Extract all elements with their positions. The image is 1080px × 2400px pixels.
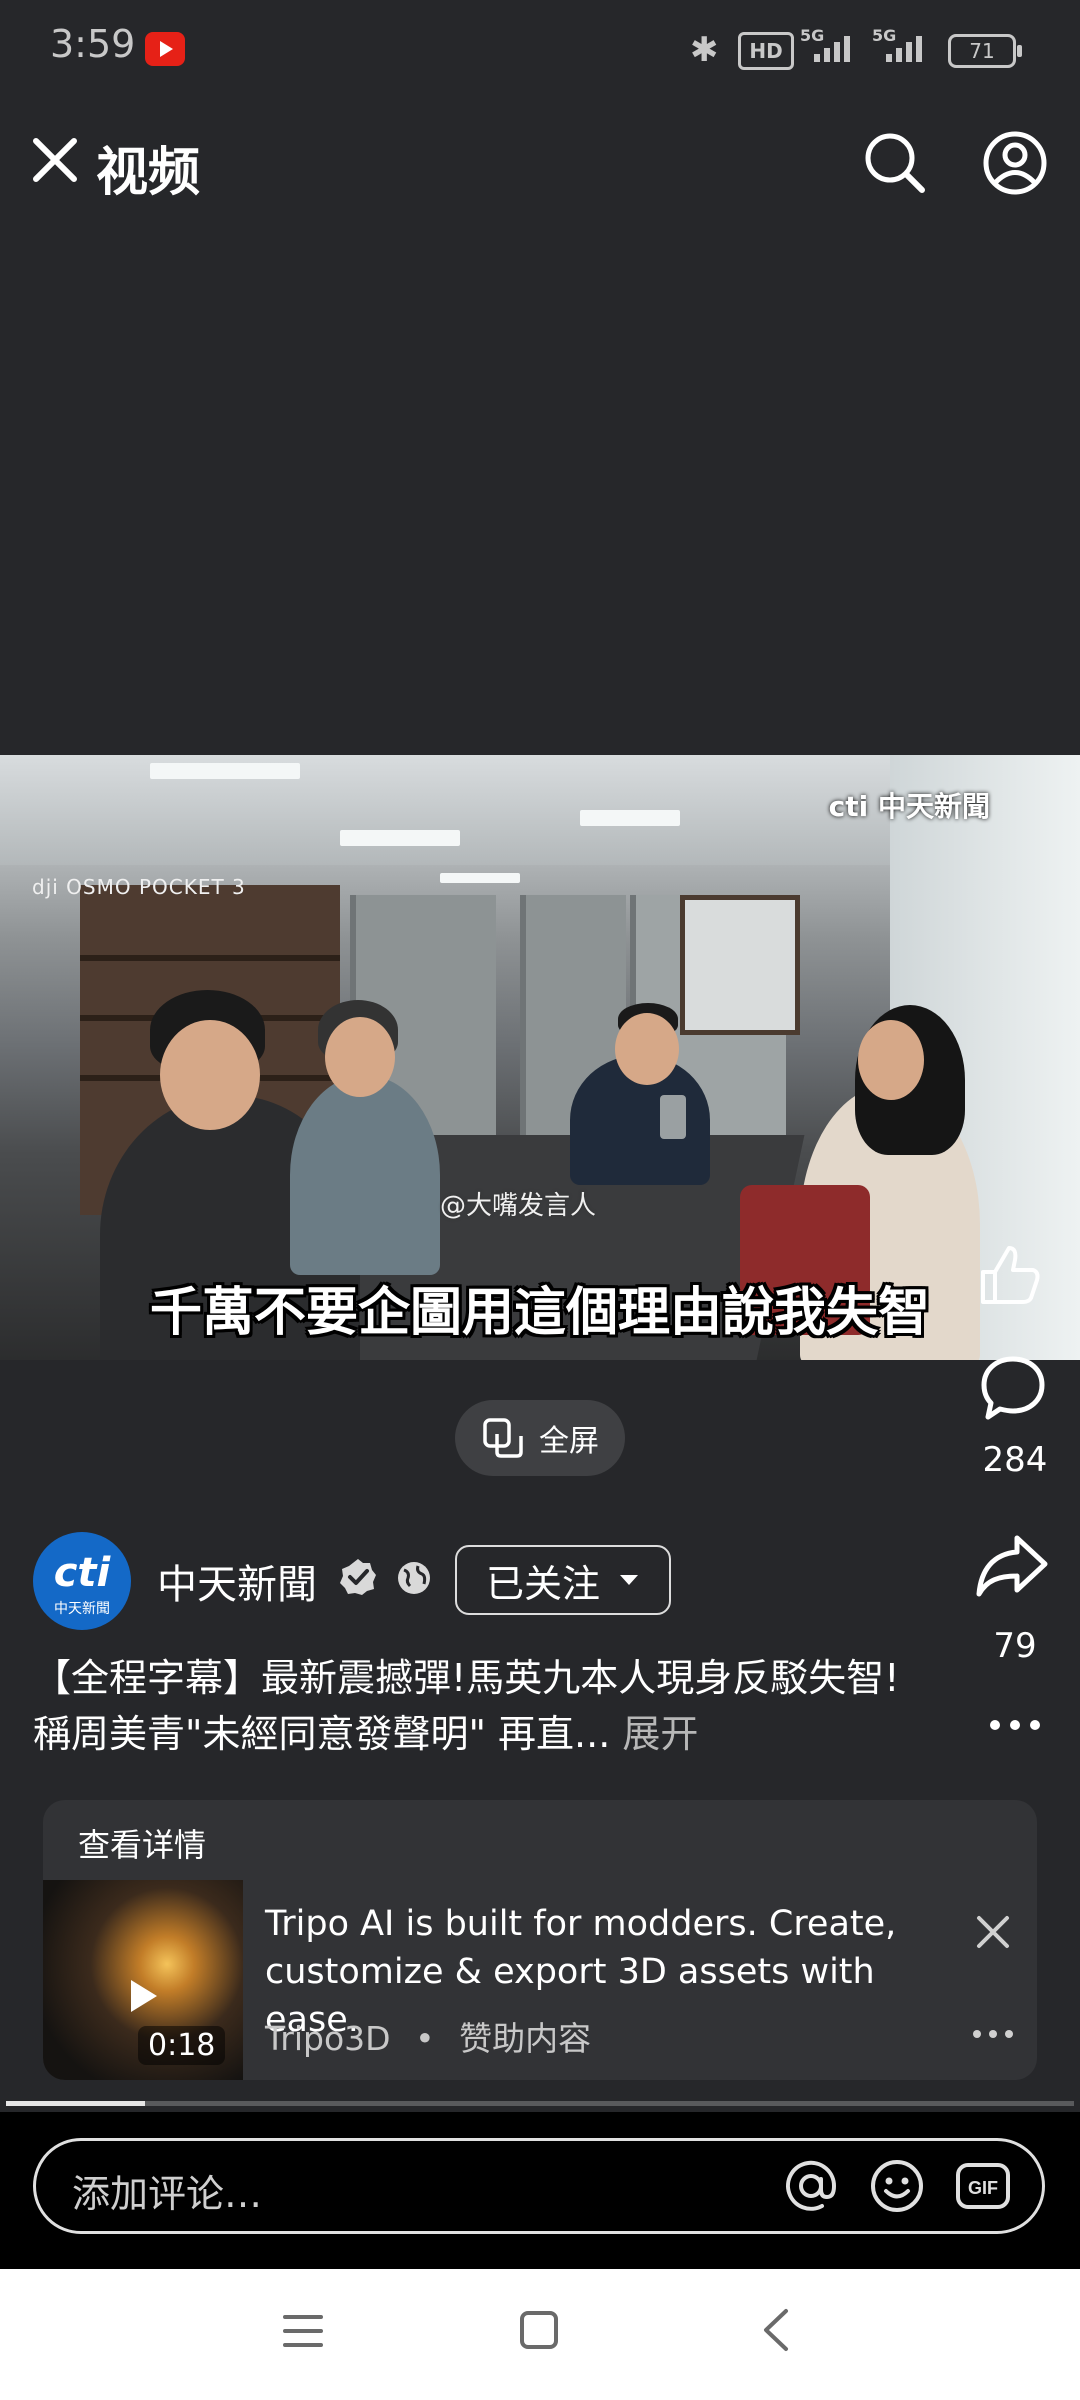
play-icon: [131, 1980, 157, 2012]
hd-voice-icon: HD: [738, 32, 794, 70]
network-label-2: 5G: [872, 26, 897, 45]
gif-icon[interactable]: GIF: [954, 2157, 1012, 2215]
ad-thumbnail[interactable]: 0:18: [43, 1880, 243, 2080]
video-title[interactable]: 【全程字幕】最新震撼彈!馬英九本人現身反駁失智!稱周美青"未經同意發聲明" 再直…: [33, 1650, 933, 1762]
avatar-sub: 中天新聞: [54, 1601, 110, 1617]
bluetooth-icon: ✱: [690, 30, 719, 70]
video-player[interactable]: cti 中天新聞 dji OSMO POCKET 3 @大嘴发言人 千萬不要企圖…: [0, 755, 1080, 1360]
ad-card[interactable]: 查看详情 0:18 Tripo AI is built for modders.…: [43, 1800, 1037, 2080]
comment-placeholder: 添加评论…: [72, 2172, 263, 2216]
ad-separator: •: [415, 2019, 435, 2058]
channel-avatar[interactable]: cti 中天新聞: [33, 1532, 131, 1630]
account-icon[interactable]: [980, 128, 1050, 198]
chevron-down-icon: [620, 1575, 638, 1585]
verified-icon: [340, 1559, 376, 1595]
follow-button[interactable]: 已关注: [455, 1545, 671, 1615]
search-icon[interactable]: [860, 128, 930, 198]
signal-icon-1: 5G: [800, 26, 860, 66]
signal-icon-2: 5G: [872, 26, 932, 66]
network-label-1: 5G: [800, 26, 825, 45]
ad-details-link[interactable]: 查看详情: [78, 1820, 206, 1866]
fullscreen-label: 全屏: [539, 1424, 599, 1459]
status-time: 3:59: [50, 22, 136, 66]
battery-icon: 71: [948, 34, 1022, 68]
fullscreen-button[interactable]: 全屏: [455, 1400, 625, 1476]
back-icon[interactable]: [758, 2307, 794, 2353]
home-icon[interactable]: [518, 2309, 560, 2351]
weibo-watermark: @大嘴发言人: [440, 1191, 597, 1221]
status-icons: ✱ HD 5G 5G 71: [690, 26, 1022, 70]
page-title: 视频: [96, 143, 201, 203]
video-progress-fill: [6, 2101, 145, 2106]
fullscreen-icon: [483, 1418, 523, 1458]
expand-link[interactable]: 展开: [622, 1712, 698, 1756]
youtube-notification-icon: [145, 32, 185, 66]
close-icon[interactable]: [973, 1912, 1013, 1952]
menu-icon[interactable]: [282, 2311, 324, 2351]
ad-duration: 0:18: [138, 2026, 226, 2065]
close-icon[interactable]: [30, 135, 80, 185]
comment-count: 284: [982, 1440, 1048, 1480]
comment-icon[interactable]: [978, 1353, 1048, 1423]
svg-text:GIF: GIF: [968, 2178, 998, 2198]
follow-label: 已关注: [485, 1561, 600, 1606]
ad-sponsored-label: 赞助内容: [459, 2019, 592, 2058]
video-subtitle: 千萬不要企圖用這個理由說我失智: [149, 1283, 930, 1343]
status-bar: 3:59 ✱ HD 5G 5G 71: [0, 0, 1080, 100]
share-icon[interactable]: [975, 1530, 1049, 1600]
mention-icon[interactable]: [782, 2157, 840, 2215]
emoji-icon[interactable]: [868, 2157, 926, 2215]
channel-watermark: cti 中天新聞: [828, 790, 990, 823]
ad-meta: Tripo3D • 赞助内容: [265, 2012, 591, 2060]
camera-watermark: dji OSMO POCKET 3: [32, 875, 246, 899]
video-title-text: 【全程字幕】最新震撼彈!馬英九本人現身反駁失智!稱周美青"未經同意發聲明" 再直…: [33, 1656, 900, 1756]
like-icon[interactable]: [975, 1240, 1045, 1310]
avatar-logo: cti: [53, 1550, 111, 1596]
system-nav-bar: [0, 2269, 1080, 2400]
channel-name[interactable]: 中天新聞: [157, 1552, 317, 1610]
more-icon[interactable]: [985, 1710, 1045, 1740]
share-count: 79: [993, 1626, 1037, 1666]
ad-advertiser: Tripo3D: [265, 2019, 391, 2058]
globe-icon: [398, 1562, 430, 1594]
more-icon[interactable]: [968, 2022, 1018, 2046]
comment-input[interactable]: 添加评论… GIF: [33, 2138, 1045, 2234]
video-progress-track[interactable]: [6, 2101, 1074, 2106]
